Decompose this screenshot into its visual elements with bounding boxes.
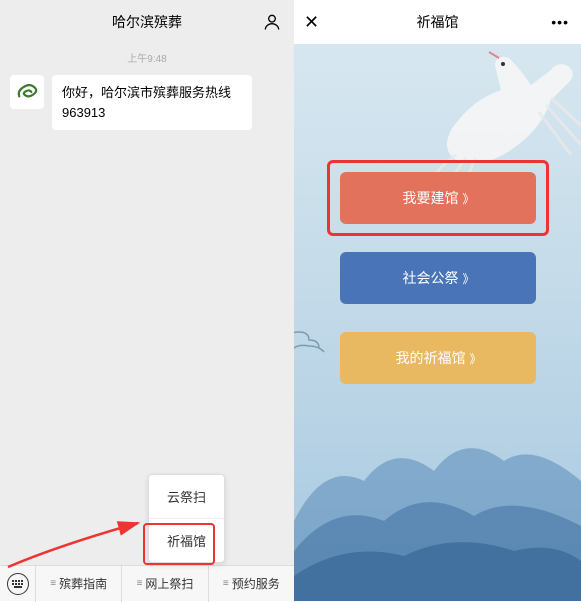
cloud-decoration — [294, 330, 344, 360]
public-memorial-button[interactable]: 社会公祭 》 — [340, 252, 536, 304]
menu-icon: ≡ — [223, 578, 229, 589]
chevron-right-icon: 》 — [462, 190, 472, 207]
chat-header: 哈尔滨殡葬 — [0, 0, 294, 44]
menu-item-reserve[interactable]: ≡预约服务 — [209, 566, 294, 602]
menu-item-online[interactable]: ≡网上祭扫 — [122, 566, 208, 602]
create-hall-button[interactable]: 我要建馆 》 — [340, 172, 536, 224]
avatar-logo-icon — [14, 79, 40, 105]
crane-decoration — [411, 50, 581, 190]
chat-title: 哈尔滨殡葬 — [112, 12, 182, 32]
button-stack: 我要建馆 》 社会公祭 》 我的祈福馆 》 — [340, 172, 536, 384]
mountain-decoration — [294, 401, 581, 601]
popup-item-cloud[interactable]: 云祭扫 — [149, 475, 224, 519]
app-header: ✕ 祈福馆 ••• — [294, 0, 581, 44]
chevron-right-icon: 》 — [462, 270, 472, 287]
chevron-right-icon: 》 — [469, 350, 479, 367]
menu-item-guide[interactable]: ≡殡葬指南 — [36, 566, 122, 602]
timestamp: 上午9:48 — [0, 44, 294, 71]
keyboard-toggle-button[interactable] — [0, 566, 36, 602]
menu-icon: ≡ — [137, 578, 143, 589]
message-bubble: 你好，哈尔滨市殡葬服务热线963913 — [52, 75, 252, 130]
avatar[interactable] — [10, 75, 44, 109]
app-panel: ✕ 祈福馆 ••• 我要建馆 》 社会公祭 》 — [294, 0, 581, 601]
my-hall-button[interactable]: 我的祈福馆 》 — [340, 332, 536, 384]
message-row: 你好，哈尔滨市殡葬服务热线963913 — [0, 71, 294, 134]
app-title: 祈福馆 — [417, 12, 459, 32]
menu-icon: ≡ — [50, 578, 56, 589]
keyboard-icon — [12, 580, 24, 588]
profile-icon[interactable] — [262, 12, 282, 32]
more-button[interactable]: ••• — [551, 14, 569, 30]
chat-body: 你好，哈尔滨市殡葬服务热线963913 — [0, 71, 294, 565]
bottom-menu-bar: ≡殡葬指南 ≡网上祭扫 ≡预约服务 — [0, 565, 294, 601]
close-button[interactable]: ✕ — [304, 12, 319, 33]
chat-panel: 哈尔滨殡葬 上午9:48 你好，哈尔滨市殡葬服务热线963913 — [0, 0, 294, 601]
popup-menu: 云祭扫 祈福馆 — [148, 474, 225, 563]
popup-item-blessing[interactable]: 祈福馆 — [149, 519, 224, 562]
